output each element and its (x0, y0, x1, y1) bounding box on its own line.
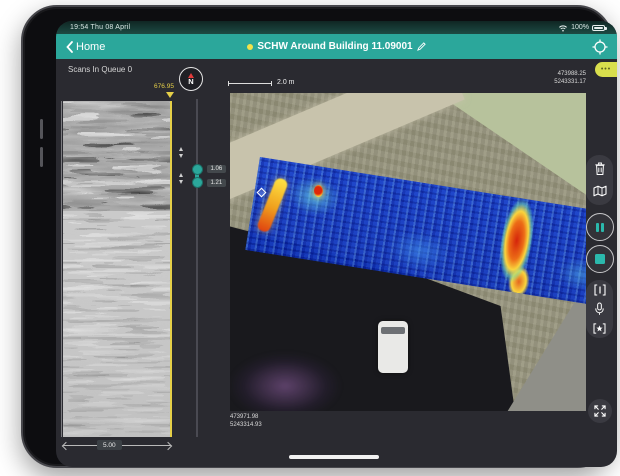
depth-value-top: 1.06 (207, 165, 226, 173)
more-options-pill[interactable]: ••• (595, 62, 617, 77)
scan-cursor-marker[interactable] (166, 92, 174, 98)
scans-in-queue-label: Scans In Queue 0 (68, 65, 132, 74)
project-status-dot (247, 44, 253, 50)
map-coords-bottom-left: 473971.98 5243314.93 (230, 414, 262, 429)
battery-percent: 100% (571, 24, 589, 31)
easting-value: 473971.98 (230, 414, 262, 422)
northing-value: 5243331.17 (506, 79, 586, 87)
depth-slider-handle-top[interactable] (192, 164, 203, 175)
drag-handle-icon[interactable] (178, 173, 185, 184)
trash-icon (594, 162, 606, 176)
status-datetime: 19:54 Thu 08 April (70, 24, 130, 31)
home-indicator[interactable] (289, 455, 379, 459)
voice-note-button[interactable] (590, 300, 610, 318)
delete-button[interactable] (590, 160, 610, 178)
edit-pencil-icon (417, 42, 426, 51)
scan-cursor-line[interactable] (170, 101, 172, 437)
easting-value: 473988.25 (506, 71, 586, 79)
stop-icon (595, 254, 605, 264)
map-scale-bar (228, 83, 272, 84)
compass-label: N (188, 78, 193, 85)
nav-bar: Home SCHW Around Building 11.09001 (56, 34, 617, 59)
battery-icon (592, 25, 605, 31)
microphone-icon (594, 302, 605, 316)
more-options-label: ••• (601, 66, 611, 73)
section-view-button[interactable] (590, 281, 610, 299)
aerial-van (378, 321, 408, 373)
fullscreen-button[interactable] (588, 399, 612, 423)
depth-slider-track[interactable] (196, 99, 198, 437)
status-bar: 19:54 Thu 08 April 100% (56, 21, 617, 34)
drag-handle-icon[interactable] (178, 147, 185, 158)
project-title: SCHW Around Building 11.09001 (56, 34, 617, 59)
northing-value: 5243314.93 (230, 422, 262, 430)
stop-button[interactable] (586, 245, 614, 273)
compass[interactable]: N (179, 67, 203, 91)
map-icon (593, 185, 607, 197)
heatmap-hotspot-dot (314, 185, 323, 197)
project-title-text: SCHW Around Building 11.09001 (257, 41, 412, 52)
marker-button[interactable] (590, 319, 610, 337)
scan-width-value: 5.00 (97, 440, 122, 450)
depth-value-bottom: 1.21 (207, 179, 226, 187)
app-screen: 19:54 Thu 08 April 100% Home (56, 21, 617, 467)
gps-target-icon (592, 39, 608, 55)
ipad-device-frame: 19:54 Thu 08 April 100% Home (21, 5, 613, 468)
wifi-icon (558, 24, 568, 32)
volume-down-button (40, 147, 43, 167)
radargram-view[interactable] (63, 101, 171, 437)
radargram-image (63, 101, 171, 437)
section-view-icon (594, 284, 606, 296)
back-chevron-icon (66, 41, 73, 53)
map-scale-label: 2.0 m (277, 79, 295, 86)
pause-icon (596, 223, 605, 232)
depth-ruler (61, 101, 62, 437)
fullscreen-icon (594, 405, 606, 417)
aerial-blur-region (230, 341, 360, 411)
toolbar-group-tools (586, 280, 613, 338)
pause-button[interactable] (586, 213, 614, 241)
star-marker-icon (593, 323, 606, 334)
back-button[interactable]: Home (66, 34, 105, 59)
depth-slider-handle-bottom[interactable] (192, 177, 203, 188)
back-label: Home (76, 41, 105, 53)
map-layers-button[interactable] (590, 182, 610, 200)
map-coords-top-right: 473988.25 5243331.17 (506, 71, 586, 86)
aerial-map-view[interactable] (230, 93, 586, 411)
gps-target-button[interactable] (591, 38, 608, 55)
toolbar-group-edit (586, 155, 613, 205)
volume-up-button (40, 119, 43, 139)
